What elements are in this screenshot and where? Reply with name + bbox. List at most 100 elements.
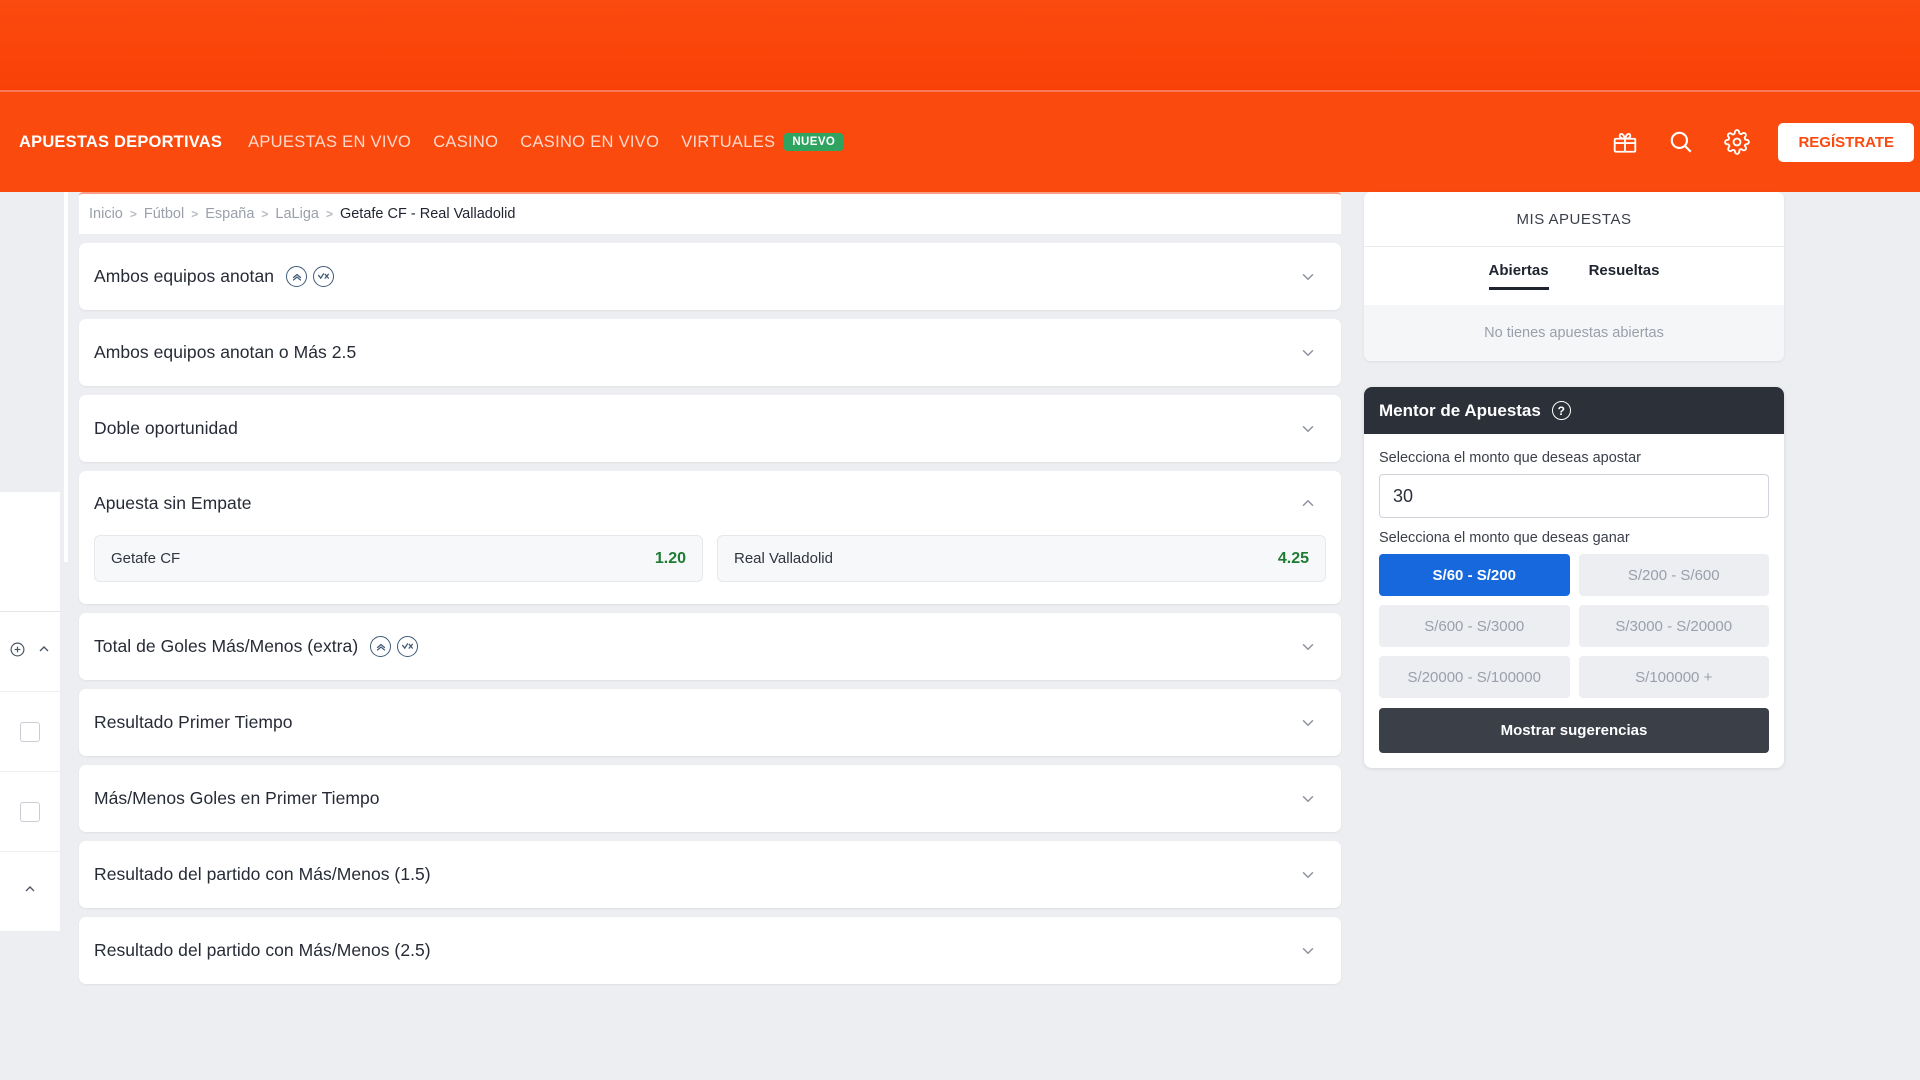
chevron-down-icon[interactable] [1299,714,1317,732]
market-header[interactable]: Resultado del partido con Más/Menos (1.5… [79,841,1341,908]
filter-checkbox[interactable] [20,801,40,822]
mentor-range-option[interactable]: S/20000 - S/100000 [1379,656,1570,698]
match-markets-column: Inicio > Fútbol > España > LaLiga > Getafe CF - … [64,192,1341,993]
register-button[interactable]: REGÍSTRATE [1778,122,1914,162]
market-card: Total de Goles Más/Menos (extra) [79,613,1341,680]
betslip-title: MIS APUESTAS [1364,192,1784,247]
mentor-range-option[interactable]: S/60 - S/200 [1379,554,1570,596]
breadcrumb-item-3[interactable]: LaLiga [275,206,319,222]
mentor-header: Mentor de Apuestas ? [1364,387,1784,434]
chevron-down-icon[interactable] [1299,268,1317,286]
cashout-icon [313,266,335,287]
odds-button[interactable]: Real Valladolid 4.25 [717,535,1326,582]
chevron-up-icon[interactable] [36,641,52,662]
market-title: Resultado del partido con Más/Menos (1.5… [94,864,431,884]
mentor-range-option[interactable]: S/100000 + [1578,656,1769,698]
mentor-amount-input[interactable] [1379,474,1769,518]
breadcrumb-item-2[interactable]: España [205,206,254,222]
market-header[interactable]: Resultado del partido con Más/Menos (2.5… [79,917,1341,984]
rail-panel [0,492,60,612]
nav-item-label: CASINO [433,132,499,151]
mentor-amount-label: Selecciona el monto que deseas apostar [1379,450,1641,466]
nav-item-apuestas-en-vivo[interactable]: APUESTAS EN VIVO [248,127,433,158]
page-body: Inicio > Fútbol > España > LaLiga > Getafe CF - … [0,192,1920,1080]
plus-circle-icon[interactable] [9,641,26,663]
betslip-empty-message: No tienes apuestas abiertas [1364,305,1784,361]
rail-expand-row[interactable] [0,612,60,692]
right-sidebar: MIS APUESTAS Abiertas Resueltas No tienes… [1364,192,1920,768]
search-icon[interactable] [1666,127,1696,157]
gift-icon[interactable] [1610,127,1640,157]
market-selections: Getafe CF 1.20 Real Valladolid 4.25 [79,535,1341,604]
betslip-tab-resueltas[interactable]: Resueltas [1589,262,1660,290]
market-header[interactable]: Ambos equipos anotan o Más 2.5 [79,319,1341,386]
odds-value: 1.20 [654,549,686,567]
market-header[interactable]: Más/Menos Goles en Primer Tiempo [79,765,1341,832]
nav-actions: REGÍSTRATE [1610,122,1920,162]
betslip-tab-abiertas[interactable]: Abiertas [1488,262,1549,290]
filter-checkbox[interactable] [20,721,40,742]
chevron-up-icon[interactable] [22,881,38,902]
chevron-down-icon[interactable] [1299,344,1317,362]
market-title: Apuesta sin Empate [94,492,252,513]
mentor-range-option[interactable]: S/3000 - S/20000 [1578,605,1769,647]
market-title: Ambos equipos anotan o Más 2.5 [94,342,357,362]
rail-checkbox-row-2[interactable] [0,772,60,852]
market-title: Más/Menos Goles en Primer Tiempo [94,788,380,808]
market-card: Resultado Primer Tiempo [79,689,1341,756]
market-card: Doble oportunidad [79,395,1341,462]
help-circle-icon[interactable]: ? [1551,401,1571,420]
breadcrumb-bar: Inicio > Fútbol > España > LaLiga > Getafe CF - … [79,192,1341,234]
chevron-down-icon[interactable] [1299,942,1317,960]
nav-item-label: APUESTAS EN VIVO [248,132,412,151]
left-sidebar-rail [0,492,60,932]
market-card: Ambos equipos anotan [79,243,1341,310]
market-card: Ambos equipos anotan o Más 2.5 [79,319,1341,386]
boost-icon [370,636,392,657]
breadcrumb-item-0[interactable]: Inicio [89,206,123,222]
chevron-up-icon[interactable] [1299,494,1317,512]
mentor-range-option[interactable]: S/200 - S/600 [1578,554,1769,596]
breadcrumb-separator: > [129,207,137,221]
nav-item-casino[interactable]: CASINO [433,127,520,158]
market-header[interactable]: Ambos equipos anotan [79,243,1341,310]
boost-icon [286,266,308,287]
breadcrumb-item-4: Getafe CF - Real Valladolid [339,206,516,222]
market-icon-group [370,636,419,657]
market-header[interactable]: Total de Goles Más/Menos (extra) [79,613,1341,680]
mentor-range-option[interactable]: S/600 - S/3000 [1379,605,1570,647]
odds-button[interactable]: Getafe CF 1.20 [94,535,703,582]
chevron-down-icon[interactable] [1299,790,1317,808]
market-card: Apuesta sin Empate Getafe CF 1.20 Real Vall… [79,471,1341,604]
chevron-down-icon[interactable] [1299,420,1317,438]
market-header[interactable]: Apuesta sin Empate [79,471,1341,535]
market-title: Total de Goles Más/Menos (extra) [94,636,359,656]
main-navigation: APUESTAS DEPORTIVAS APUESTAS EN VIVO CASIN… [0,92,1920,192]
breadcrumb-item-1[interactable]: Fútbol [144,206,184,222]
nav-item-label: CASINO EN VIVO [520,132,660,151]
rail-checkbox-row-1[interactable] [0,692,60,772]
mentor-body: Selecciona el monto que deseas apostar S… [1364,434,1784,768]
mentor-title: Mentor de Apuestas [1379,400,1541,420]
rail-collapse-row[interactable] [0,852,60,932]
column-edge-accent [64,192,68,562]
market-card: Resultado del partido con Más/Menos (1.5… [79,841,1341,908]
odds-selection-name: Getafe CF [111,550,181,567]
breadcrumb-separator: > [261,207,269,221]
nav-item-virtuales[interactable]: VIRTUALES NUEVO [681,127,865,158]
gear-icon[interactable] [1722,127,1752,157]
chevron-down-icon[interactable] [1299,866,1317,884]
nav-item-label: VIRTUALES [681,132,776,151]
nav-item-casino-en-vivo[interactable]: CASINO EN VIVO [520,127,681,158]
chevron-down-icon[interactable] [1299,638,1317,656]
market-header[interactable]: Doble oportunidad [79,395,1341,462]
market-title: Resultado Primer Tiempo [94,712,293,732]
markets-list: Ambos equipos anotan Ambos equipos anotan… [79,243,1341,984]
betslip-panel: MIS APUESTAS Abiertas Resueltas No tienes… [1364,192,1784,361]
mentor-range-options: S/60 - S/200 S/200 - S/600 S/600 - S/3000 S… [1379,554,1769,698]
market-card: Más/Menos Goles en Primer Tiempo [79,765,1341,832]
nav-item-apuestas-deportivas[interactable]: APUESTAS DEPORTIVAS [19,127,248,158]
market-header[interactable]: Resultado Primer Tiempo [79,689,1341,756]
market-title: Ambos equipos anotan [94,266,275,286]
mentor-show-suggestions-button[interactable]: Mostrar sugerencias [1379,708,1769,753]
